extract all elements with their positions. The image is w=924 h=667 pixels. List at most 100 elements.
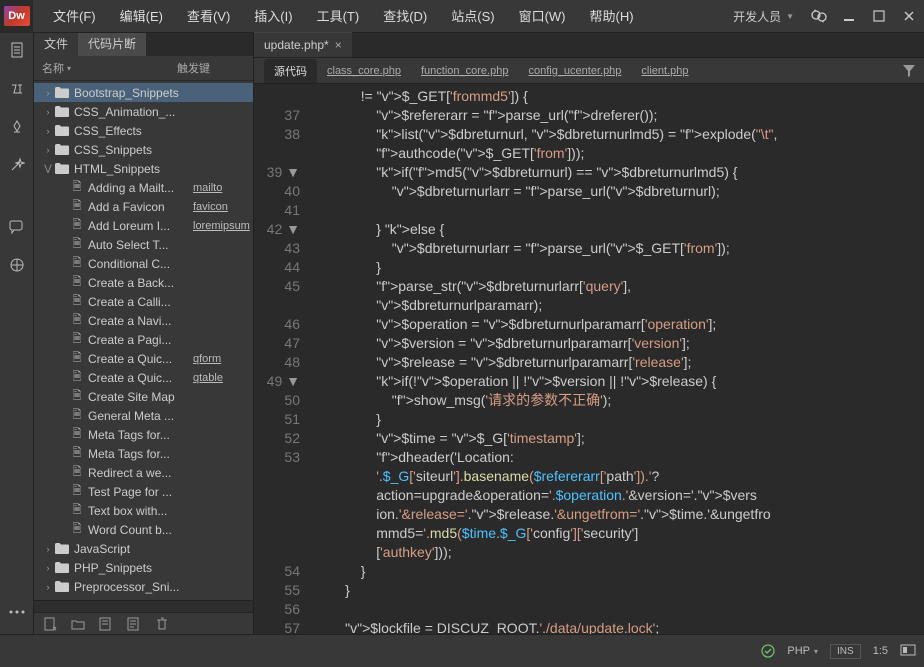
files-icon[interactable] (5, 39, 29, 63)
status-ok-icon[interactable] (761, 644, 775, 658)
sidebar-tab-files[interactable]: 文件 (34, 33, 78, 56)
color-icon[interactable] (5, 253, 29, 277)
snippet-Meta Tags for...[interactable]: 🗎Meta Tags for... (34, 425, 253, 444)
snippet-Text box with...[interactable]: 🗎Text box with... (34, 501, 253, 520)
new-snippet-button[interactable] (38, 615, 62, 633)
snippet-Meta Tags for...[interactable]: 🗎Meta Tags for... (34, 444, 253, 463)
snippet-General Meta ...[interactable]: 🗎General Meta ... (34, 406, 253, 425)
folder-icon (54, 105, 70, 119)
subtab-function_core.php[interactable]: function_core.php (411, 61, 518, 81)
subtab-config_ucenter.php[interactable]: config_ucenter.php (518, 61, 631, 81)
menu-编辑(E)[interactable]: 编辑(E) (108, 0, 175, 33)
snippet-Create a Navi...[interactable]: 🗎Create a Navi... (34, 311, 253, 330)
maximize-button[interactable] (864, 0, 894, 33)
folder-Preprocessor_Sni...[interactable]: ›Preprocessor_Sni... (34, 577, 253, 596)
snippets-tree: ›Bootstrap_Snippets›CSS_Animation_...›CS… (34, 81, 253, 600)
expand-arrow[interactable]: › (42, 145, 54, 155)
menu-工具(T)[interactable]: 工具(T) (305, 0, 372, 33)
folder-PHP_Snippets[interactable]: ›PHP_Snippets (34, 558, 253, 577)
snippet-Auto Select T...[interactable]: 🗎Auto Select T... (34, 235, 253, 254)
item-label: JavaScript (74, 542, 253, 556)
sidebar-header: 名称▾ 触发键 (34, 56, 253, 81)
folder-JavaScript[interactable]: › JavaScript (34, 539, 253, 558)
snippet-Create a Back...[interactable]: 🗎Create a Back... (34, 273, 253, 292)
item-label: Adding a Mailt... (88, 181, 193, 195)
subtab-class_core.php[interactable]: class_core.php (317, 61, 411, 81)
expand-arrow[interactable]: › (42, 107, 54, 117)
delete-button[interactable] (150, 615, 174, 633)
doc-tab-label: update.php* (264, 38, 329, 52)
extract-icon[interactable] (5, 115, 29, 139)
close-icon[interactable]: × (335, 38, 342, 52)
file-icon: 🗎 (70, 409, 84, 423)
menu-窗口(W)[interactable]: 窗口(W) (507, 0, 578, 33)
expand-arrow[interactable]: › (42, 544, 54, 554)
new-folder-button[interactable] (66, 615, 90, 633)
workspace-label: 开发人员 (733, 8, 781, 25)
snippet-Add a Favicon[interactable]: 🗎Add a Faviconfavicon (34, 197, 253, 216)
folder-CSS_Animation_...[interactable]: ›CSS_Animation_... (34, 102, 253, 121)
wand-icon[interactable] (5, 153, 29, 177)
item-label: Add a Favicon (88, 200, 193, 214)
expand-arrow[interactable]: › (42, 126, 54, 136)
snippet-Test Page for ...[interactable]: 🗎Test Page for ... (34, 482, 253, 501)
minimize-button[interactable] (834, 0, 864, 33)
item-label: Create a Back... (88, 276, 253, 290)
file-icon: 🗎 (70, 428, 84, 442)
expand-arrow[interactable]: ⋁ (42, 163, 54, 174)
menu-查找(D)[interactable]: 查找(D) (371, 0, 439, 33)
expand-arrow[interactable]: › (42, 88, 54, 98)
expand-arrow[interactable]: › (42, 563, 54, 573)
editor-area: update.php* × 源代码class_core.phpfunction_… (254, 33, 924, 634)
sidebar-footer (34, 612, 253, 634)
expand-arrow[interactable]: › (42, 582, 54, 592)
close-button[interactable] (894, 0, 924, 33)
snippet-Create Site Map[interactable]: 🗎Create Site Map (34, 387, 253, 406)
sidebar-tabs: 文件 代码片断 (34, 33, 253, 56)
item-label: Redirect a we... (88, 466, 253, 480)
snippet-Create a Quic...[interactable]: 🗎Create a Quic...qform (34, 349, 253, 368)
sort-icon: ▾ (67, 64, 71, 73)
snippet-Add Loreum I...[interactable]: 🗎Add Loreum I...loremipsum (34, 216, 253, 235)
snippet-Create a Quic...[interactable]: 🗎Create a Quic...qtable (34, 368, 253, 387)
snippet-Adding a Mailt...[interactable]: 🗎Adding a Mailt...mailto (34, 178, 253, 197)
manage-sites-icon[interactable] (5, 77, 29, 101)
status-ins[interactable]: INS (830, 644, 861, 659)
more-icon[interactable] (5, 600, 29, 624)
menu-插入(I)[interactable]: 插入(I) (242, 0, 304, 33)
folder-CSS_Snippets[interactable]: ›CSS_Snippets (34, 140, 253, 159)
status-lang[interactable]: PHP▾ (787, 645, 818, 657)
code-content[interactable]: != "v">$_GET['frommd5']) { "v">$referera… (308, 84, 924, 634)
menu-站点(S)[interactable]: 站点(S) (439, 0, 506, 33)
menu-查看(V)[interactable]: 查看(V) (175, 0, 242, 33)
snippet-Conditional C...[interactable]: 🗎Conditional C... (34, 254, 253, 273)
edit-button[interactable] (94, 615, 118, 633)
rename-button[interactable] (122, 615, 146, 633)
folder-HTML_Snippets[interactable]: ⋁HTML_Snippets (34, 159, 253, 178)
doc-tab-updatephp[interactable]: update.php* × (254, 32, 352, 57)
status-preview-icon[interactable] (900, 644, 916, 658)
header-trigger[interactable]: 触发键 (177, 60, 245, 76)
snippet-Create a Pagi...[interactable]: 🗎Create a Pagi... (34, 330, 253, 349)
filter-icon[interactable] (902, 64, 916, 78)
snippet-Create a Calli...[interactable]: 🗎Create a Calli... (34, 292, 253, 311)
snippet-Redirect a we...[interactable]: 🗎Redirect a we... (34, 463, 253, 482)
sidebar-horizontal-scrollbar[interactable] (34, 600, 253, 612)
item-label: Create a Navi... (88, 314, 253, 328)
chevron-down-icon: ▼ (786, 12, 794, 21)
workspace-dropdown[interactable]: 开发人员 ▼ (723, 8, 804, 25)
snippet-Word Count b...[interactable]: 🗎Word Count b... (34, 520, 253, 539)
header-name[interactable]: 名称▾ (42, 60, 177, 76)
sync-settings-icon[interactable] (804, 0, 834, 33)
sidebar-tab-snippets[interactable]: 代码片断 (78, 33, 146, 56)
item-label: Text box with... (88, 504, 253, 518)
menu-帮助(H)[interactable]: 帮助(H) (578, 0, 646, 33)
code-editor[interactable]: 373839 ▼404142 ▼43444546474849 ▼50515253… (254, 84, 924, 634)
folder-Bootstrap_Snippets[interactable]: ›Bootstrap_Snippets (34, 83, 253, 102)
subtab-client.php[interactable]: client.php (631, 61, 698, 81)
comments-icon[interactable] (5, 215, 29, 239)
related-files-bar: 源代码class_core.phpfunction_core.phpconfig… (254, 58, 924, 84)
folder-CSS_Effects[interactable]: ›CSS_Effects (34, 121, 253, 140)
subtab-源代码[interactable]: 源代码 (264, 59, 317, 83)
menu-文件(F)[interactable]: 文件(F) (41, 0, 108, 33)
